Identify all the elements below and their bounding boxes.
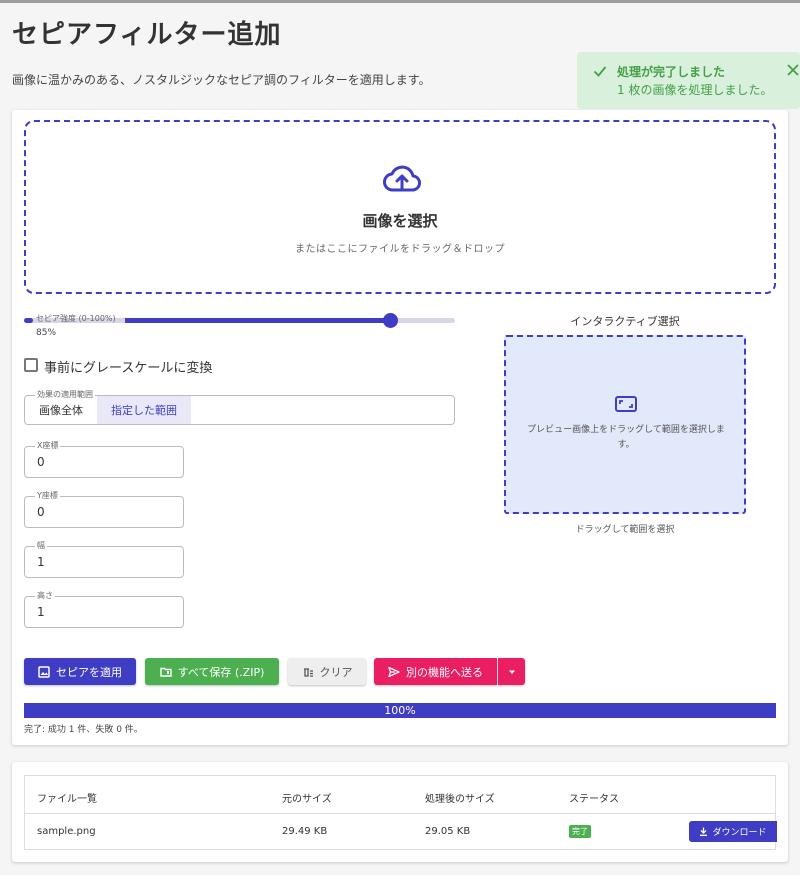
table-header-processed-size: 処理後のサイズ <box>425 794 495 805</box>
save-zip-button[interactable]: すべて保存 (.ZIP) <box>145 658 279 685</box>
x-coordinate-field[interactable]: X座標 0 <box>24 440 184 478</box>
y-coordinate-field[interactable]: Y座標 0 <box>24 490 184 528</box>
row-file-name: sample.png <box>37 826 96 837</box>
cloud-upload-icon <box>383 165 421 192</box>
file-table: ファイル一覧 元のサイズ 処理後のサイズ ステータス sample.png 29… <box>24 775 777 850</box>
check-icon <box>593 66 607 77</box>
progress-bar: 100% <box>24 703 776 718</box>
interactive-caption: ドラッグして範囲を選択 <box>575 525 675 535</box>
table-header-status: ステータス <box>569 794 619 805</box>
upload-title: 画像を選択 <box>362 212 438 230</box>
page-title: セピアフィルター追加 <box>12 20 282 50</box>
grayscale-checkbox-label[interactable]: 事前にグレースケールに変換 <box>44 357 212 376</box>
send-to-feature-label: 別の機能へ送る <box>406 665 483 679</box>
folder-zip-icon <box>159 667 172 677</box>
upload-dropzone[interactable]: 画像を選択 またはここにファイルをドラッグ＆ドロップ <box>24 120 776 294</box>
close-icon[interactable] <box>786 63 800 77</box>
row-original-size: 29.49 KB <box>282 826 328 837</box>
download-label: ダウンロード <box>712 828 767 838</box>
interactive-hint: プレビュー画像上をドラッグして範囲を選択します。 <box>527 425 725 450</box>
y-coordinate-value[interactable]: 0 <box>37 505 45 519</box>
apply-sepia-button[interactable]: セピアを適用 <box>24 658 136 685</box>
sepia-slider-fill <box>125 318 391 323</box>
upload-hint: またはここにファイルをドラッグ＆ドロップ <box>295 244 505 255</box>
table-header-file: ファイル一覧 <box>37 794 97 805</box>
width-value[interactable]: 1 <box>37 555 45 569</box>
toast-title: 処理が完了しました <box>617 65 726 79</box>
download-icon <box>700 827 708 836</box>
table-header-original-size: 元のサイズ <box>282 794 332 805</box>
height-value[interactable]: 1 <box>37 605 45 619</box>
width-field[interactable]: 幅 1 <box>24 540 184 578</box>
height-field[interactable]: 高さ 1 <box>24 590 184 628</box>
page-subtitle: 画像に温かみのある、ノスタルジックなセピア調のフィルターを適用します。 <box>12 73 431 87</box>
clear-label: クリア <box>319 665 353 679</box>
interactive-preview-area[interactable]: プレビュー画像上をドラッグして範囲を選択します。 <box>504 335 746 514</box>
table-divider <box>25 813 775 814</box>
toast-message: 1 枚の画像を処理しました。 <box>617 83 773 97</box>
height-label: 高さ <box>35 590 55 601</box>
width-label: 幅 <box>35 540 47 551</box>
x-coordinate-value[interactable]: 0 <box>37 455 45 469</box>
clear-icon <box>303 667 313 677</box>
crop-free-icon <box>615 396 637 412</box>
interactive-select-title: インタラクティブ選択 <box>570 315 680 328</box>
send-to-feature-button[interactable]: 別の機能へ送る <box>374 658 497 685</box>
send-dropdown-button[interactable] <box>498 658 525 685</box>
y-coordinate-label: Y座標 <box>35 490 60 501</box>
sepia-slider-value: 85% <box>36 328 57 338</box>
send-icon <box>388 666 400 677</box>
row-processed-size: 29.05 KB <box>425 826 471 837</box>
download-button[interactable]: ダウンロード <box>689 821 777 842</box>
scope-toggle-group: 効果の適用範囲 画像全体 指定した範囲 <box>24 389 455 425</box>
top-border <box>0 0 800 3</box>
x-coordinate-label: X座標 <box>35 440 61 451</box>
save-zip-label: すべて保存 (.ZIP) <box>177 665 265 679</box>
scope-option-whole[interactable]: 画像全体 <box>25 396 97 424</box>
status-badge: 完了 <box>569 825 591 838</box>
success-toast: 処理が完了しました 1 枚の画像を処理しました。 <box>577 52 800 109</box>
sepia-slider-fill <box>24 318 33 323</box>
sepia-slider-thumb[interactable] <box>383 313 398 328</box>
progress-label: 100% <box>384 704 416 717</box>
scope-option-range[interactable]: 指定した範囲 <box>97 396 191 424</box>
image-icon <box>38 665 50 678</box>
clear-button[interactable]: クリア <box>288 658 366 685</box>
chevron-down-icon <box>508 670 515 674</box>
apply-sepia-label: セピアを適用 <box>56 665 122 679</box>
grayscale-checkbox[interactable] <box>24 358 38 372</box>
progress-summary: 完了: 成功 1 件、失敗 0 件。 <box>24 725 143 735</box>
sepia-slider-label: セピア強度 (0-100%) <box>36 314 116 323</box>
